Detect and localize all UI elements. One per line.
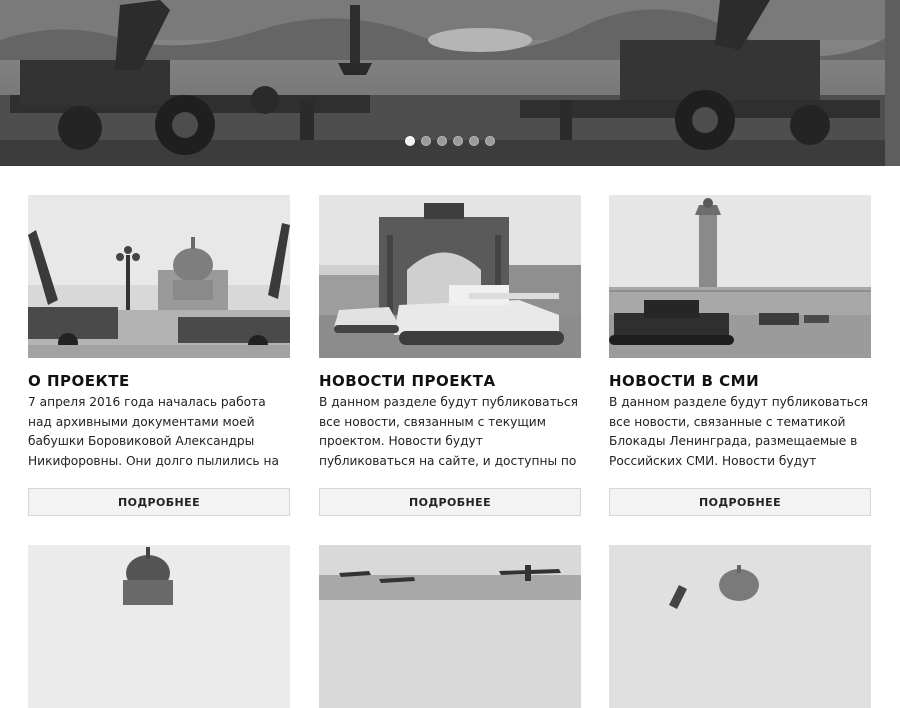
slider-dot-2[interactable] [421,136,431,146]
card-row2-3 [609,545,871,708]
card-photo-cathedral [28,545,290,708]
card-title: О ПРОЕКТЕ [28,372,130,390]
slider-dot-5[interactable] [469,136,479,146]
more-button[interactable]: ПОДРОБНЕЕ [28,488,290,516]
card-title: НОВОСТИ ПРОЕКТА [319,372,496,390]
card-photo-narva-gate-tanks [319,195,581,358]
hero-slider [0,0,900,166]
card-text: В данном разделе будут публиковаться все… [319,395,578,468]
card-photo-st-isaac-square-guns [28,195,290,358]
card-text: В данном разделе будут публиковаться все… [609,395,868,468]
slider-dot-1[interactable] [405,136,415,146]
slider-dot-4[interactable] [453,136,463,146]
more-button[interactable]: ПОДРОБНЕЕ [609,488,871,516]
card-photo-palace-square-tanks [609,195,871,358]
card-project-news: НОВОСТИ ПРОЕКТА В данном разделе будут п… [319,195,581,516]
card-title: НОВОСТИ В СМИ [609,372,760,390]
card-photo-bombers [319,545,581,708]
card-media-news: НОВОСТИ В СМИ В данном разделе будут пуб… [609,195,871,516]
card-row2-1 [28,545,290,708]
card-photo-cathedral-gun [609,545,871,708]
slider-dot-3[interactable] [437,136,447,146]
more-button[interactable]: ПОДРОБНЕЕ [319,488,581,516]
card-text: 7 апреля 2016 года началась работа над а… [28,395,279,468]
card-about-project: О ПРОЕКТЕ 7 апреля 2016 года началась ра… [28,195,290,516]
slider-dots [0,136,900,146]
card-row2-2 [319,545,581,708]
slider-dot-6[interactable] [485,136,495,146]
